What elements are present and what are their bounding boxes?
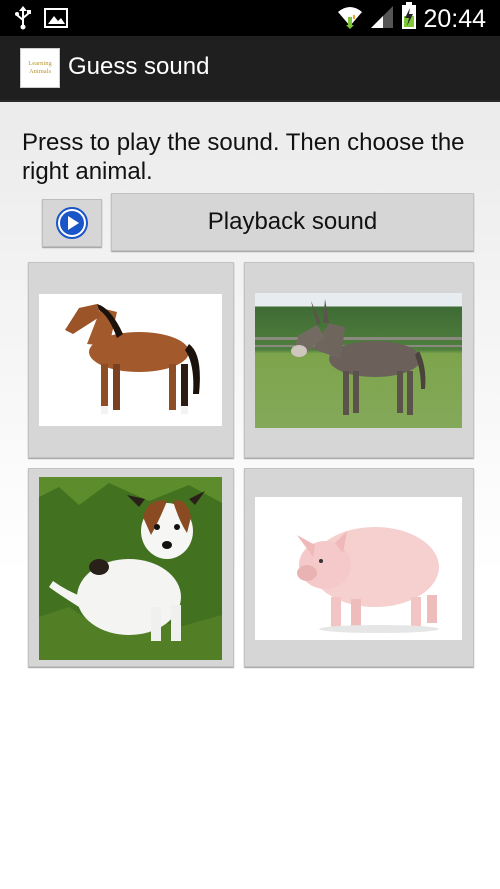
pig-image bbox=[255, 497, 462, 640]
horse-image bbox=[39, 294, 222, 426]
play-sound-button[interactable] bbox=[42, 199, 102, 247]
animal-tile-horse[interactable] bbox=[28, 262, 234, 458]
instructions-text: Press to play the sound. Then choose the… bbox=[22, 129, 465, 185]
action-bar: Learning Animals Guess sound bbox=[0, 36, 500, 102]
image-icon bbox=[44, 8, 68, 33]
status-bar: 20:44 bbox=[0, 0, 500, 36]
playback-sound-button[interactable]: Playback sound bbox=[111, 193, 474, 251]
animal-tile-dog[interactable] bbox=[28, 468, 234, 667]
dog-image bbox=[39, 477, 222, 660]
battery-charging-icon bbox=[401, 2, 417, 35]
signal-icon bbox=[369, 3, 395, 34]
wifi-icon bbox=[337, 3, 363, 34]
app-icon-text-1: Learning bbox=[28, 60, 52, 67]
app-title: Guess sound bbox=[68, 53, 210, 80]
main-content: Press to play the sound. Then choose the… bbox=[0, 102, 500, 889]
app-icon-text-2: Animals bbox=[28, 68, 52, 75]
usb-icon bbox=[14, 6, 32, 35]
animal-tile-donkey[interactable] bbox=[244, 262, 474, 458]
clock: 20:44 bbox=[423, 4, 486, 33]
donkey-image bbox=[255, 293, 462, 428]
play-circle-icon bbox=[56, 207, 88, 244]
animal-tile-pig[interactable] bbox=[244, 468, 474, 667]
app-icon[interactable]: Learning Animals bbox=[20, 48, 60, 88]
